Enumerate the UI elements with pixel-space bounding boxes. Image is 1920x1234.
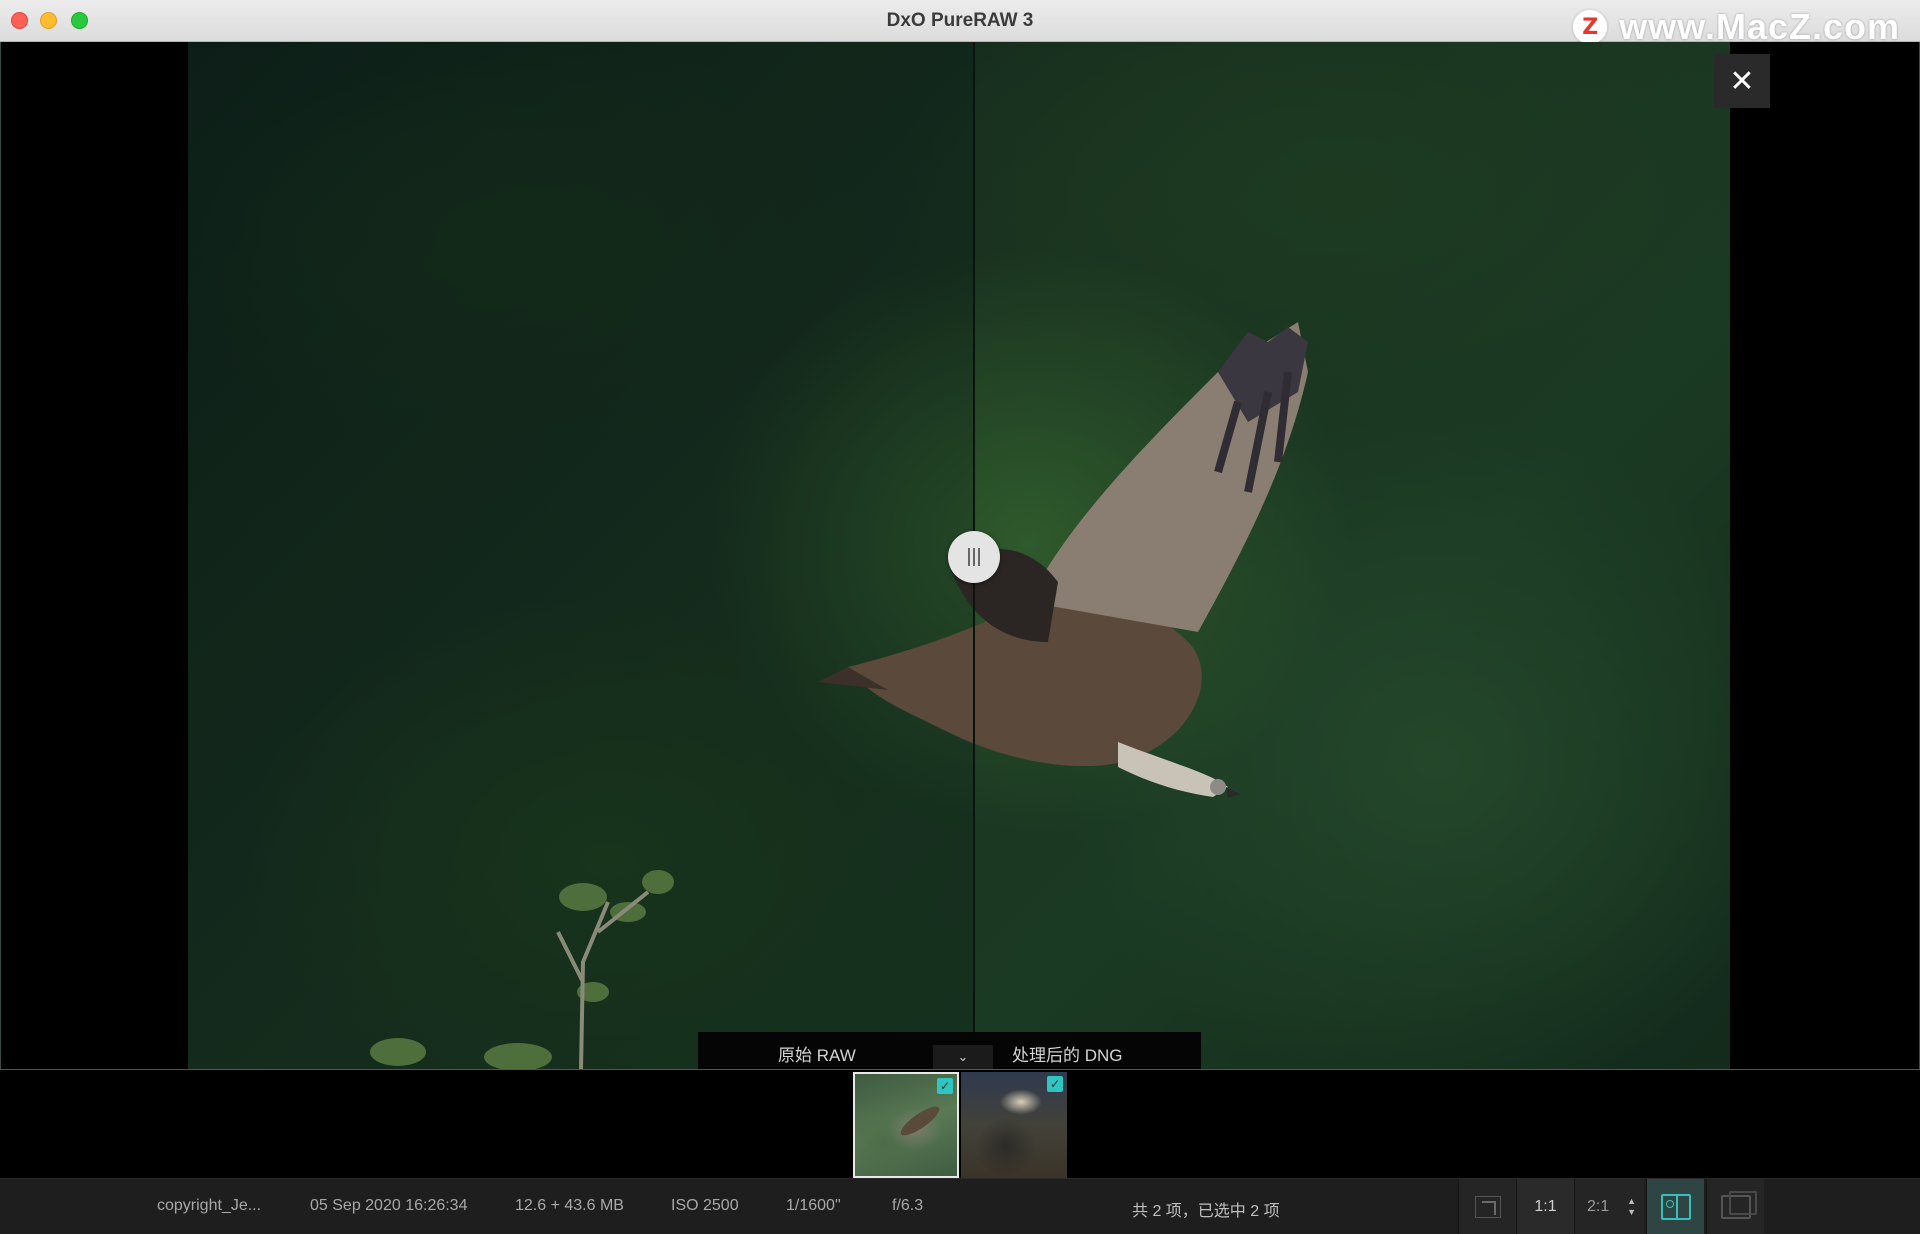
file-name: copyright_Je... (157, 1197, 262, 1214)
split-compare-button[interactable] (1646, 1179, 1704, 1234)
iso-value: ISO 2500 (671, 1197, 739, 1214)
zoom-2-1-select[interactable]: 2:1 ▲ ▼ (1574, 1179, 1644, 1234)
shutter-speed: 1/1600" (786, 1197, 841, 1214)
image-viewer: ✕ 原始 RAW ⌄ 处理后的 DNG (0, 42, 1920, 1069)
thumbnail-interior[interactable]: ✓ (961, 1072, 1067, 1178)
compare-labels-bar: 原始 RAW ⌄ 处理后的 DNG (698, 1032, 1201, 1069)
stepper-icon: ▲ ▼ (1627, 1196, 1636, 1217)
split-handle[interactable] (948, 531, 1000, 583)
thumbnail-vulture[interactable]: ✓ (853, 1072, 959, 1178)
status-bar: copyright_Je... 05 Sep 2020 16:26:34 12.… (0, 1178, 1920, 1234)
aperture-value: f/6.3 (892, 1197, 924, 1214)
close-viewer-button[interactable]: ✕ (1714, 54, 1770, 108)
title-bar: DxO PureRAW 3 Z www.MacZ.com (0, 0, 1920, 47)
filmstrip: ✓ ✓ (0, 1069, 1920, 1178)
checkbox-checked-icon[interactable]: ✓ (937, 1078, 953, 1094)
zoom-2-1-label: 2:1 (1587, 1198, 1610, 1215)
expand-icon (1474, 1196, 1501, 1218)
watermark-logo-icon: Z (1573, 10, 1608, 44)
vulture (818, 322, 1308, 798)
capture-date: 05 Sep 2020 16:26:34 (310, 1197, 468, 1214)
processed-dng-label: 处理后的 DNG (1012, 1046, 1123, 1065)
selection-count: 共 2 项，已选中 2 项 (1132, 1203, 1280, 1220)
handle-grip-icon (968, 548, 970, 566)
split-view-icon (1660, 1194, 1691, 1220)
chevron-down-icon[interactable]: ⌄ (933, 1045, 993, 1069)
side-by-side-button[interactable] (1706, 1179, 1764, 1234)
tree-branch (370, 870, 674, 1069)
original-raw-label: 原始 RAW (778, 1046, 856, 1065)
checkbox-checked-icon[interactable]: ✓ (1047, 1076, 1063, 1092)
zoom-1-1-button[interactable]: 1:1 (1516, 1179, 1574, 1234)
thumbnail-bird (897, 1102, 943, 1140)
fit-to-screen-button[interactable] (1458, 1179, 1516, 1234)
file-size: 12.6 + 43.6 MB (515, 1197, 624, 1214)
side-by-side-icon (1720, 1191, 1757, 1219)
